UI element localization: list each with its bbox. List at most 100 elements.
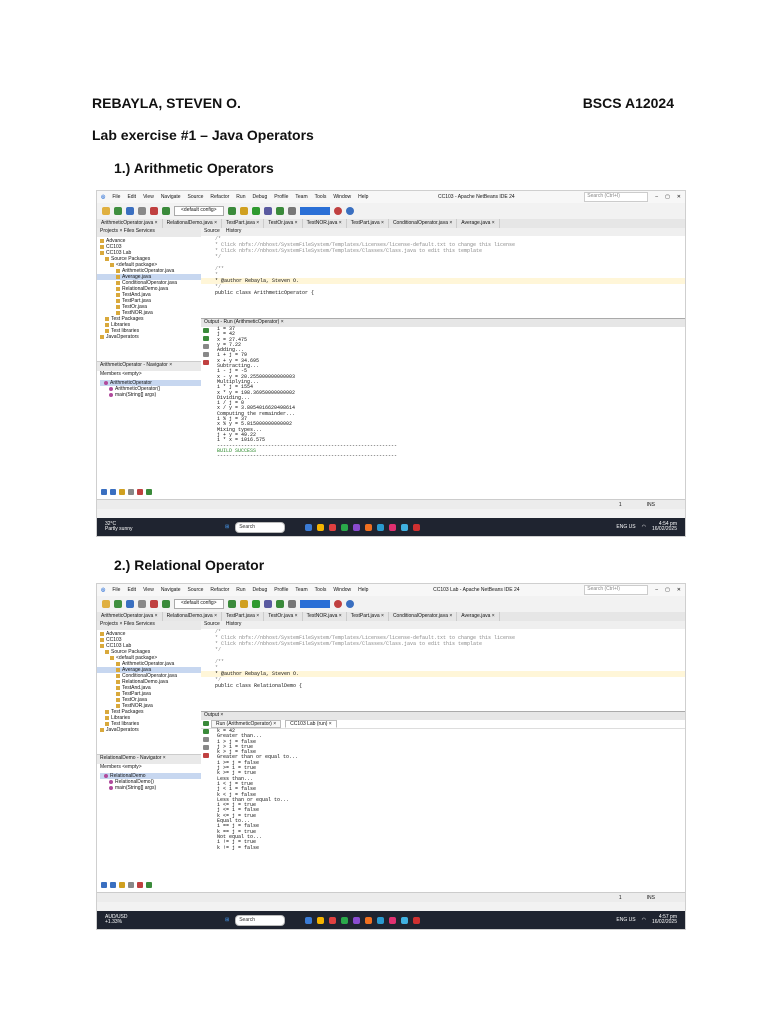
search-input[interactable]: Search (Ctrl+I): [584, 192, 649, 202]
toolbar-button-icon[interactable]: [150, 207, 158, 215]
taskbar-app-icon[interactable]: [341, 523, 349, 531]
output-control-icon[interactable]: [203, 336, 209, 341]
editor-tab[interactable]: ArithmeticOperator.java ×: [97, 219, 163, 228]
menu-item[interactable]: Edit: [127, 587, 136, 593]
memory-meter[interactable]: [299, 207, 330, 215]
menu-item[interactable]: View: [143, 194, 154, 200]
close-icon[interactable]: ✕: [677, 587, 681, 593]
maximize-icon[interactable]: ▢: [665, 194, 670, 200]
project-tabs[interactable]: Projects × Files Services: [97, 228, 201, 237]
taskbar-app-icon[interactable]: [377, 916, 385, 924]
menu-item[interactable]: Tools: [315, 194, 327, 200]
profile-icon[interactable]: [333, 207, 342, 215]
taskbar-app-icon[interactable]: [401, 916, 409, 924]
tool-icon[interactable]: [146, 882, 152, 888]
memory-meter[interactable]: [299, 600, 330, 608]
menu-item[interactable]: Navigate: [161, 587, 181, 593]
taskbar-app-icon[interactable]: [365, 916, 373, 924]
taskbar-search[interactable]: Search: [235, 914, 286, 926]
menu-item[interactable]: Team: [295, 587, 307, 593]
navigator-item[interactable]: main(String[] args): [100, 392, 204, 398]
code-editor[interactable]: Source History/* * Click nbfs://nbhost/Sy…: [201, 621, 685, 711]
profile-icon[interactable]: [333, 600, 342, 608]
run-debug-icon[interactable]: [227, 207, 236, 215]
output-control-icon[interactable]: [203, 328, 209, 333]
editor-mode-tab[interactable]: Source: [204, 621, 220, 629]
editor-mode-tab[interactable]: Source: [204, 228, 220, 236]
start-icon[interactable]: ⊞: [225, 524, 229, 530]
editor-tab[interactable]: TestOr.java ×: [264, 219, 303, 228]
gc-icon[interactable]: [345, 600, 354, 608]
menu-item[interactable]: Source: [188, 194, 204, 200]
editor-tab[interactable]: ConditionalOperator.java ×: [389, 219, 458, 228]
menu-item[interactable]: Window: [333, 194, 351, 200]
navigator-item[interactable]: main(String[] args): [100, 785, 204, 791]
menu-item[interactable]: Window: [333, 587, 351, 593]
clock[interactable]: 4:54 pm 16/02/2025: [652, 522, 677, 532]
config-select[interactable]: <default config>: [174, 206, 224, 216]
taskbar-app-icon[interactable]: [341, 916, 349, 924]
toolbar-button-icon[interactable]: [162, 600, 170, 608]
editor-tab[interactable]: TestPart.java ×: [222, 612, 265, 621]
taskbar-app-icon[interactable]: [365, 523, 373, 531]
wifi-icon[interactable]: ◠: [642, 917, 646, 923]
menu-item[interactable]: Refactor: [210, 587, 229, 593]
tray-language[interactable]: ENG US: [616, 524, 635, 530]
navigator-members-bar[interactable]: Members <empty>: [97, 371, 204, 379]
taskbar-app-icon[interactable]: [317, 523, 325, 531]
menu-item[interactable]: Source: [188, 587, 204, 593]
output-subtab[interactable]: CC103 Lab (run) ×: [285, 720, 337, 728]
taskbar-app-icon[interactable]: [401, 523, 409, 531]
menu-item[interactable]: Tools: [315, 587, 327, 593]
tool-icon[interactable]: [119, 882, 125, 888]
output-control-icon[interactable]: [203, 737, 209, 742]
menu-item[interactable]: Debug: [252, 587, 267, 593]
editor-tab[interactable]: TestPart.java ×: [347, 612, 389, 621]
tool-icon[interactable]: [101, 489, 107, 495]
tree-item[interactable]: JavaOperators: [97, 334, 201, 340]
taskbar-app-icon[interactable]: [317, 916, 325, 924]
editor-tab[interactable]: TestPart.java ×: [347, 219, 389, 228]
tool-icon[interactable]: [128, 882, 134, 888]
run-debug-icon[interactable]: [251, 600, 260, 608]
editor-mode-tab[interactable]: History: [226, 228, 242, 236]
toolbar-button-icon[interactable]: [102, 207, 110, 215]
taskbar-app-icon[interactable]: [305, 916, 313, 924]
run-debug-icon[interactable]: [239, 600, 248, 608]
output-control-icon[interactable]: [203, 721, 209, 726]
toolbar-button-icon[interactable]: [114, 207, 122, 215]
editor-tab[interactable]: RelationalDemo.java ×: [163, 219, 223, 228]
tool-icon[interactable]: [101, 882, 107, 888]
output-control-icon[interactable]: [203, 729, 209, 734]
toolbar-button-icon[interactable]: [102, 600, 110, 608]
weather-widget[interactable]: AUD/USD +1.33%: [105, 915, 145, 925]
taskbar-app-icon[interactable]: [389, 916, 397, 924]
taskbar-app-icon[interactable]: [329, 916, 337, 924]
editor-tab[interactable]: ArithmeticOperator.java ×: [97, 612, 163, 621]
output-subtab[interactable]: Run (ArithmeticOperator) ×: [211, 720, 282, 728]
menu-item[interactable]: File: [112, 587, 120, 593]
taskbar-app-icon[interactable]: [305, 523, 313, 531]
toolbar-button-icon[interactable]: [162, 207, 170, 215]
run-debug-icon[interactable]: [251, 207, 260, 215]
run-debug-icon[interactable]: [275, 207, 284, 215]
toolbar-button-icon[interactable]: [138, 600, 146, 608]
editor-tab[interactable]: TestNOR.java ×: [303, 612, 347, 621]
taskbar-search[interactable]: Search: [235, 521, 286, 533]
run-debug-icon[interactable]: [263, 600, 272, 608]
menu-item[interactable]: Help: [358, 194, 368, 200]
search-input[interactable]: Search (Ctrl+I): [584, 585, 649, 595]
menu-item[interactable]: Debug: [252, 194, 267, 200]
run-debug-icon[interactable]: [287, 600, 296, 608]
taskbar-app-icon[interactable]: [389, 523, 397, 531]
output-control-icon[interactable]: [203, 344, 209, 349]
run-debug-icon[interactable]: [239, 207, 248, 215]
taskbar-app-icon[interactable]: [377, 523, 385, 531]
taskbar-app-icon[interactable]: [353, 916, 361, 924]
menu-item[interactable]: Navigate: [161, 194, 181, 200]
tool-icon[interactable]: [137, 882, 143, 888]
menu-item[interactable]: Edit: [127, 194, 136, 200]
tool-icon[interactable]: [146, 489, 152, 495]
weather-widget[interactable]: 32°C Partly sunny: [105, 522, 145, 532]
menu-item[interactable]: View: [143, 587, 154, 593]
